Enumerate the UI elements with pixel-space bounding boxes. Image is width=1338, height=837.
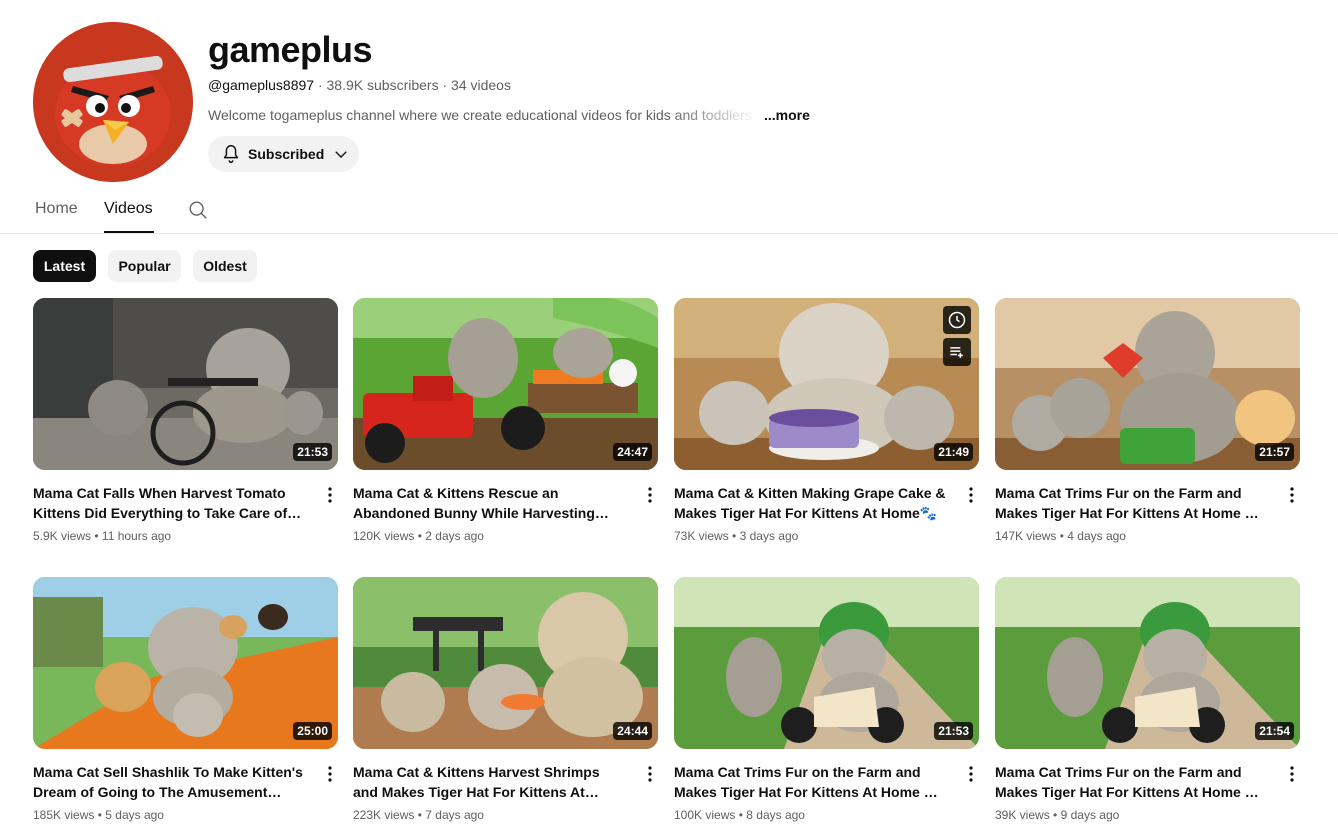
video-card[interactable]: 25:00 Mama Cat Sell Shashlik To Make Kit… xyxy=(33,577,338,822)
active-tab-underline xyxy=(104,231,154,233)
thumbnail-image xyxy=(33,577,338,749)
tab-home[interactable]: Home xyxy=(35,200,78,218)
video-thumbnail[interactable]: 21:54 xyxy=(995,577,1300,749)
channel-meta: @gameplus8897 · 38.9K subscribers · 34 v… xyxy=(208,77,511,93)
video-title[interactable]: Mama Cat Trims Fur on the Farm and Makes… xyxy=(674,762,946,802)
video-card[interactable]: 21:49 Mama Cat & Kitten Making Grape Cak… xyxy=(674,298,979,543)
thumbnail-image xyxy=(995,577,1300,749)
video-thumbnail[interactable]: 24:44 xyxy=(353,577,658,749)
video-thumbnail[interactable]: 21:53 xyxy=(33,298,338,470)
subscribed-label: Subscribed xyxy=(248,146,325,162)
view-count: 100K views xyxy=(674,808,736,822)
video-duration: 21:53 xyxy=(293,443,332,461)
tab-videos[interactable]: Videos xyxy=(104,200,153,218)
more-actions-icon[interactable] xyxy=(1280,762,1304,786)
thumbnail-image xyxy=(674,577,979,749)
video-card[interactable]: 24:44 Mama Cat & Kittens Harvest Shrimps… xyxy=(353,577,658,822)
video-thumbnail[interactable]: 21:57 xyxy=(995,298,1300,470)
video-thumbnail[interactable]: 21:53 xyxy=(674,577,979,749)
view-count: 73K views xyxy=(674,529,729,543)
video-card[interactable]: 21:53 Mama Cat Trims Fur on the Farm and… xyxy=(674,577,979,822)
video-card[interactable]: 21:53 Mama Cat Falls When Harvest Tomato… xyxy=(33,298,338,543)
chevron-down-icon xyxy=(332,145,350,163)
chip-oldest[interactable]: Oldest xyxy=(193,250,257,282)
view-count: 223K views xyxy=(353,808,415,822)
video-duration: 21:57 xyxy=(1255,443,1294,461)
video-thumbnail[interactable]: 24:47 xyxy=(353,298,658,470)
upload-age: 3 days ago xyxy=(739,529,799,543)
view-count: 5.9K views xyxy=(33,529,92,543)
channel-name: gameplus xyxy=(208,29,373,70)
upload-age: 5 days ago xyxy=(105,808,164,822)
video-title[interactable]: Mama Cat & Kittens Rescue an Abandoned B… xyxy=(353,483,625,523)
thumbnail-image xyxy=(33,298,338,470)
video-card[interactable]: 24:47 Mama Cat & Kittens Rescue an Aband… xyxy=(353,298,658,543)
more-actions-icon[interactable] xyxy=(318,483,342,507)
video-thumbnail[interactable]: 25:00 xyxy=(33,577,338,749)
view-count: 185K views xyxy=(33,808,95,822)
video-title[interactable]: Mama Cat Sell Shashlik To Make Kitten's … xyxy=(33,762,305,802)
more-actions-icon[interactable] xyxy=(1280,483,1304,507)
chip-popular[interactable]: Popular xyxy=(108,250,181,282)
chip-latest[interactable]: Latest xyxy=(33,250,96,282)
description-more-link[interactable]: ...more xyxy=(764,107,810,123)
video-duration: 21:49 xyxy=(934,443,973,461)
video-stats: 73K views • 3 days ago xyxy=(674,529,799,543)
upload-age: 4 days ago xyxy=(1067,529,1126,543)
video-stats: 39K views • 9 days ago xyxy=(995,808,1120,822)
video-title[interactable]: Mama Cat Trims Fur on the Farm and Makes… xyxy=(995,762,1267,802)
video-count: 34 videos xyxy=(451,77,511,93)
video-title[interactable]: Mama Cat Falls When Harvest Tomato Kitte… xyxy=(33,483,305,523)
more-actions-icon[interactable] xyxy=(959,762,983,786)
video-duration: 21:53 xyxy=(934,722,973,740)
view-count: 39K views xyxy=(995,808,1050,822)
video-title[interactable]: Mama Cat & Kittens Harvest Shrimps and M… xyxy=(353,762,625,802)
upload-age: 9 days ago xyxy=(1060,808,1120,822)
video-stats: 147K views • 4 days ago xyxy=(995,529,1126,543)
video-thumbnail[interactable]: 21:49 xyxy=(674,298,979,470)
video-stats: 5.9K views • 11 hours ago xyxy=(33,529,172,543)
upload-age: 7 days ago xyxy=(425,808,484,822)
angry-bird-icon xyxy=(33,22,193,182)
add-to-queue-icon[interactable] xyxy=(943,338,971,366)
video-duration: 25:00 xyxy=(293,722,332,740)
video-stats: 120K views • 2 days ago xyxy=(353,529,484,543)
upload-age: 2 days ago xyxy=(425,529,484,543)
video-title[interactable]: Mama Cat & Kitten Making Grape Cake & Ma… xyxy=(674,483,946,523)
video-duration: 21:54 xyxy=(1255,722,1294,740)
search-icon[interactable] xyxy=(187,199,209,221)
view-count: 120K views xyxy=(353,529,415,543)
channel-tabs: Home Videos xyxy=(0,188,1338,234)
thumbnail-image xyxy=(674,298,979,470)
upload-age: 8 days ago xyxy=(746,808,805,822)
subscriber-count: 38.9K subscribers xyxy=(326,77,439,93)
upload-age: 11 hours ago xyxy=(101,529,172,543)
video-card[interactable]: 21:54 Mama Cat Trims Fur on the Farm and… xyxy=(995,577,1300,822)
video-title[interactable]: Mama Cat Trims Fur on the Farm and Makes… xyxy=(995,483,1267,523)
watch-later-icon[interactable] xyxy=(943,306,971,334)
channel-avatar[interactable] xyxy=(33,22,193,182)
video-stats: 100K views • 8 days ago xyxy=(674,808,805,822)
view-count: 147K views xyxy=(995,529,1057,543)
channel-description[interactable]: Welcome togameplus channel where we crea… xyxy=(208,107,810,123)
more-actions-icon[interactable] xyxy=(638,483,662,507)
bell-icon xyxy=(220,143,242,165)
thumbnail-image xyxy=(353,577,658,749)
channel-handle: @gameplus8897 xyxy=(208,77,315,93)
more-actions-icon[interactable] xyxy=(959,483,983,507)
subscribed-button[interactable]: Subscribed xyxy=(208,136,359,172)
thumbnail-image xyxy=(353,298,658,470)
video-card[interactable]: 21:57 Mama Cat Trims Fur on the Farm and… xyxy=(995,298,1300,543)
channel-description-text: Welcome togameplus channel where we crea… xyxy=(208,107,752,123)
more-actions-icon[interactable] xyxy=(318,762,342,786)
more-actions-icon[interactable] xyxy=(638,762,662,786)
video-duration: 24:47 xyxy=(613,443,652,461)
video-stats: 223K views • 7 days ago xyxy=(353,808,484,822)
video-stats: 185K views • 5 days ago xyxy=(33,808,164,822)
video-duration: 24:44 xyxy=(613,722,652,740)
thumbnail-image xyxy=(995,298,1300,470)
